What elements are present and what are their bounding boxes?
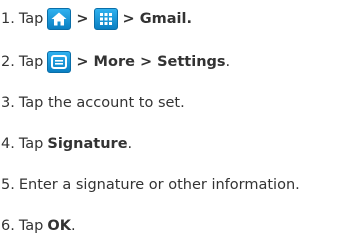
step-suffix: .: [225, 54, 231, 70]
step-target: Gmail.: [139, 11, 192, 27]
step-prefix: Tap: [18, 54, 44, 70]
step-number: 4.: [1, 136, 15, 152]
step-number: 5.: [1, 177, 15, 193]
separator: >: [76, 11, 89, 27]
step-prefix: Tap: [18, 11, 44, 27]
step-text: Tap the account to set.: [18, 95, 185, 111]
step-prefix: Tap: [18, 218, 44, 234]
home-icon: [47, 8, 72, 30]
step-2: 2. Tap > More > Settings .: [1, 49, 230, 75]
step-target: Signature: [47, 136, 128, 152]
step-5: 5. Enter a signature or other informatio…: [1, 172, 300, 198]
separator: >: [76, 54, 89, 70]
step-suffix: .: [127, 136, 133, 152]
step-6: 6. Tap OK .: [1, 213, 76, 239]
step-target-settings: Settings: [157, 54, 226, 70]
step-4: 4. Tap Signature .: [1, 131, 132, 157]
step-3: 3. Tap the account to set.: [1, 90, 185, 116]
menu-icon: [47, 51, 72, 73]
step-1: 1. Tap > > Gmail.: [1, 6, 192, 32]
step-number: 6.: [1, 218, 15, 234]
apps-grid-icon: [93, 8, 118, 30]
step-number: 2.: [1, 54, 15, 70]
step-target-more: More: [93, 54, 135, 70]
step-text: Enter a signature or other information.: [18, 177, 300, 193]
step-number: 3.: [1, 95, 15, 111]
separator: >: [122, 11, 135, 27]
step-suffix: .: [70, 218, 76, 234]
separator: >: [139, 54, 153, 70]
step-target: OK: [47, 218, 71, 234]
step-prefix: Tap: [18, 136, 44, 152]
step-number: 1.: [1, 11, 15, 27]
